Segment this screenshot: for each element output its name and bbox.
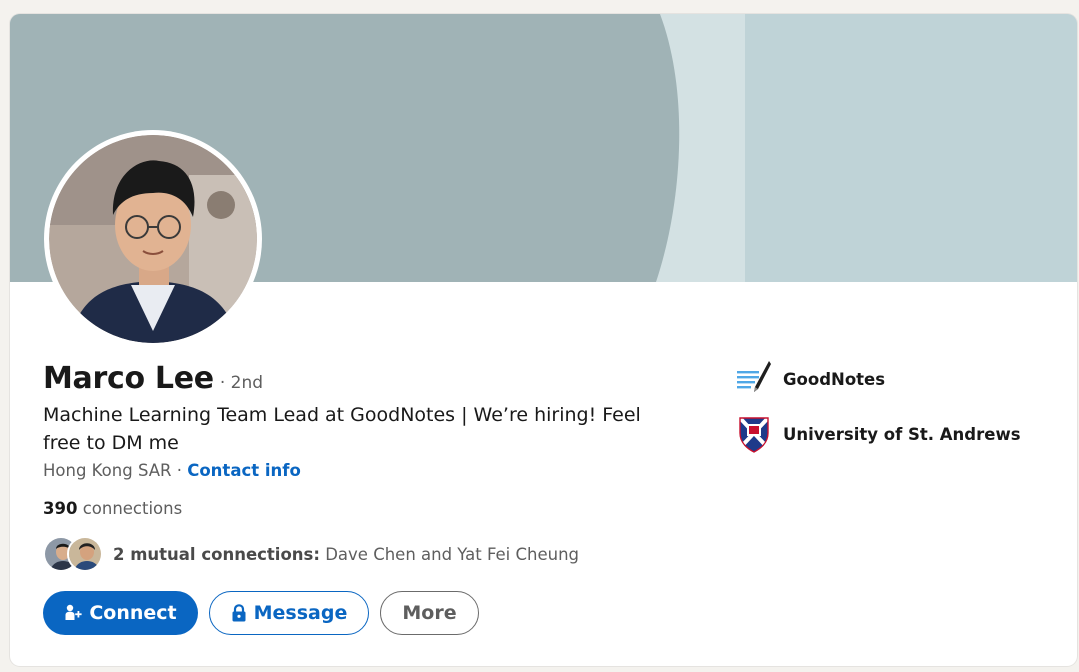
location-row: Hong Kong SAR · Contact info: [43, 461, 301, 480]
org-name: University of St. Andrews: [783, 424, 1021, 444]
profile-headline: Machine Learning Team Lead at GoodNotes …: [43, 404, 641, 454]
profile-card: Marco Lee · 2nd Machine Learning Team Le…: [10, 14, 1077, 666]
mutual-connections[interactable]: 2 mutual connections: Dave Chen and Yat …: [43, 534, 579, 574]
org-name: GoodNotes: [783, 369, 886, 389]
location-separator: ·: [171, 461, 188, 480]
org-goodnotes[interactable]: GoodNotes: [736, 359, 1021, 399]
mutual-names: Dave Chen and Yat Fei Cheung: [319, 544, 580, 564]
message-button[interactable]: Message: [209, 591, 369, 635]
connections-count[interactable]: 390 connections: [43, 499, 182, 518]
name-row: Marco Lee · 2nd: [43, 361, 263, 396]
profile-actions: Connect Message More: [43, 591, 479, 635]
profile-location: Hong Kong SAR: [43, 461, 172, 480]
mutual-avatars: [43, 534, 105, 574]
st-andrews-crest-icon: [736, 414, 772, 454]
goodnotes-logo-icon: [736, 359, 772, 399]
message-label: Message: [253, 602, 348, 624]
lock-icon: [231, 604, 247, 622]
profile-photo: [49, 135, 257, 343]
more-button[interactable]: More: [380, 591, 479, 635]
connect-label: Connect: [89, 602, 177, 624]
mutual-avatar: [67, 536, 103, 572]
more-label: More: [402, 602, 457, 624]
profile-avatar[interactable]: [44, 130, 262, 348]
add-person-icon: [64, 604, 82, 622]
profile-name: Marco Lee: [43, 361, 214, 396]
contact-info-link[interactable]: Contact info: [187, 461, 301, 480]
connect-button[interactable]: Connect: [43, 591, 198, 635]
mutual-count: 2 mutual connections:: [113, 544, 320, 564]
connections-number: 390: [43, 499, 78, 518]
connections-label: connections: [77, 499, 183, 518]
org-st-andrews[interactable]: University of St. Andrews: [736, 414, 1021, 454]
connection-degree: · 2nd: [219, 373, 264, 393]
mutual-connections-text: 2 mutual connections: Dave Chen and Yat …: [113, 545, 579, 564]
organizations-list: GoodNotes University of St. Andrews: [736, 359, 1021, 469]
